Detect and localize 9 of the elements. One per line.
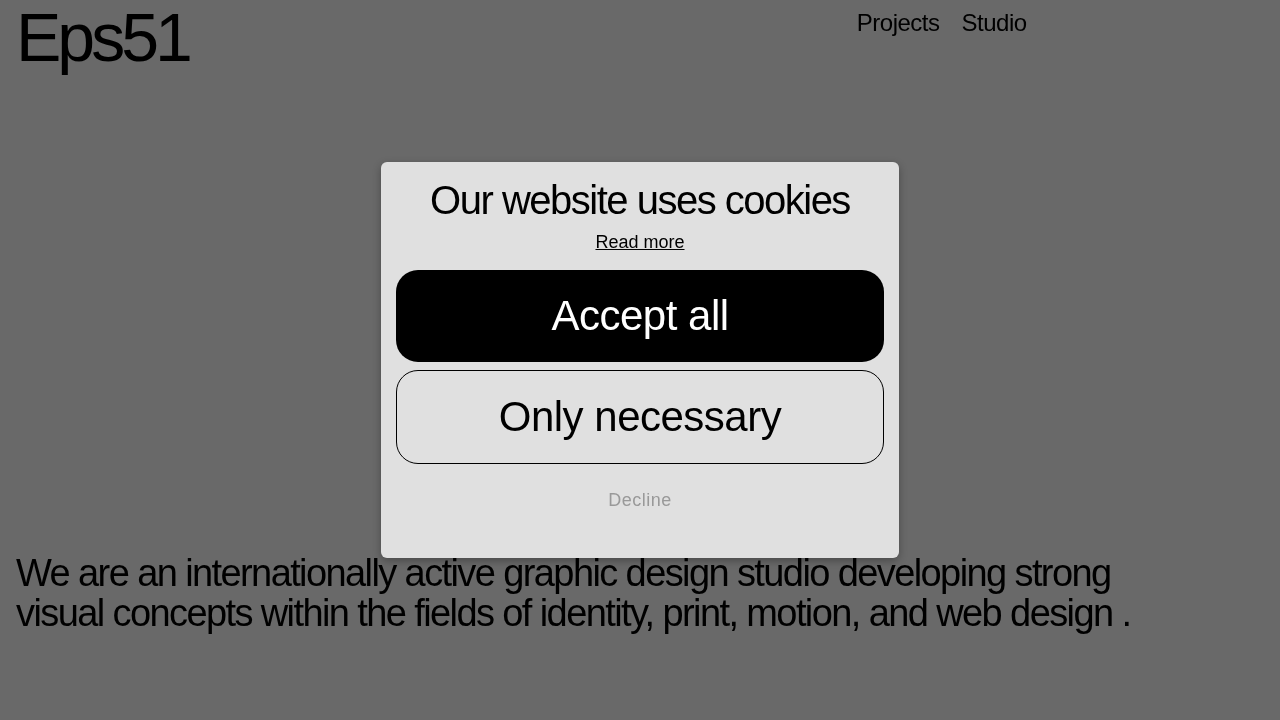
- accept-button[interactable]: Accept all: [396, 270, 884, 362]
- nav-link[interactable]: Studio: [961, 8, 1027, 38]
- nav-link[interactable]: Projects: [856, 8, 940, 38]
- necessary-button[interactable]: Only necessary: [396, 370, 884, 464]
- decline-button[interactable]: Decline: [604, 486, 676, 515]
- dialog-title: Our website uses cookies: [430, 177, 850, 224]
- intro-paragraph: We are an internationally active graphic design studio developing strong visual concepts within the fields of identity, print, motion, and web design .: [15, 553, 1132, 633]
- logo[interactable]: Eps51: [16, 0, 189, 77]
- read-more-link[interactable]: Read more: [595, 230, 685, 254]
